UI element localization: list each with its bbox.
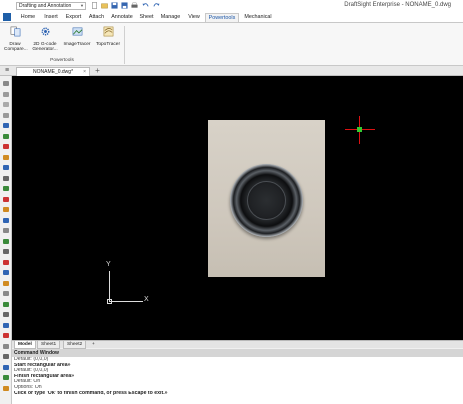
tool-icon[interactable]	[3, 301, 9, 307]
tab-sheet[interactable]: Sheet	[136, 13, 157, 22]
imagetracer-button[interactable]: ImageTracer	[62, 26, 92, 47]
tool-icon[interactable]	[3, 291, 9, 296]
drawing-canvas[interactable]: Y X	[12, 76, 463, 340]
document-tab-label: NONAME_0.dwg*	[33, 69, 74, 75]
tool-icon[interactable]	[3, 343, 9, 349]
chevron-down-icon: ▼	[80, 3, 84, 8]
undo-icon[interactable]	[142, 2, 149, 9]
bowl-photo-rim	[230, 164, 303, 237]
tool-icon[interactable]	[3, 270, 9, 275]
gcode-generator-button[interactable]: 2D G-code Generator...	[31, 26, 59, 53]
topotracer-label: TopoTracer	[95, 41, 121, 47]
tab-annotate[interactable]: Annotate	[108, 13, 136, 22]
tool-icon[interactable]	[3, 91, 9, 97]
imagetracer-label: ImageTracer	[63, 41, 91, 47]
gear-icon	[41, 27, 49, 36]
ribbon-group-label: Powertools	[50, 58, 74, 63]
document-tab[interactable]: NONAME_0.dwg* ×	[16, 67, 90, 76]
tab-manage[interactable]: Manage	[157, 13, 184, 22]
add-document-button[interactable]: +	[93, 67, 102, 75]
tool-icon[interactable]	[3, 228, 9, 233]
save-as-icon[interactable]	[121, 2, 128, 9]
tab-mechanical[interactable]: Mechanical	[240, 13, 276, 22]
topotracer-button[interactable]: TopoTracer	[94, 26, 122, 47]
new-file-icon[interactable]	[91, 2, 98, 9]
ucs-y-label: Y	[106, 261, 111, 268]
tab-powertools[interactable]: Powertools	[205, 13, 239, 22]
tab-sheet1[interactable]: Sheet1	[37, 341, 61, 349]
draw-compare-button[interactable]: Draw Compare...	[4, 26, 28, 53]
image-tracer-icon	[72, 27, 82, 36]
workspace-label: Drafting and Annotation	[19, 3, 72, 9]
tab-sheet2[interactable]: Sheet2	[63, 341, 87, 349]
bowl-photo-center	[247, 181, 286, 220]
ribbon-group-divider	[124, 26, 125, 64]
add-layout-button[interactable]: +	[89, 341, 98, 349]
command-window[interactable]: Default: (0,0,0) Start rectangular area» D…	[12, 357, 463, 404]
tool-icon[interactable]	[3, 217, 9, 223]
document-menu-icon[interactable]: ≡	[3, 67, 11, 75]
tool-icon[interactable]	[3, 207, 9, 212]
tool-icon[interactable]	[3, 165, 9, 170]
tab-model[interactable]: Model	[14, 341, 36, 349]
tool-icon[interactable]	[3, 133, 9, 139]
title-bar: Drafting and Annotation ▼ DraftSight Ent…	[0, 0, 463, 12]
save-icon[interactable]	[111, 2, 118, 9]
tool-icon[interactable]	[3, 175, 9, 181]
topo-tracer-icon	[103, 26, 113, 37]
close-icon[interactable]: ×	[83, 68, 86, 76]
app-title: DraftSight Enterprise - NONAME_0.dwg	[344, 2, 451, 8]
command-window-title: Command Window	[12, 349, 463, 357]
draw-compare-icon	[10, 26, 20, 37]
tool-icon[interactable]	[3, 123, 9, 128]
tool-icon[interactable]	[3, 112, 9, 118]
tab-export[interactable]: Export	[62, 13, 85, 22]
tool-icon[interactable]	[3, 186, 9, 191]
tool-icon[interactable]	[3, 259, 9, 265]
crosshair-cursor	[357, 127, 362, 132]
command-line: Click or type 'Ok' to finish command, or…	[14, 390, 168, 396]
layout-tab-bar: Model Sheet1 Sheet2 +	[12, 340, 463, 349]
gcode-label-2: Generator...	[32, 47, 58, 52]
tool-icon[interactable]	[3, 154, 9, 160]
ribbon-panel: Draw Compare... 2D G-code Generator... I…	[0, 22, 463, 66]
tab-home[interactable]: Home	[16, 13, 40, 22]
tool-icon[interactable]	[3, 364, 9, 370]
open-folder-icon[interactable]	[101, 2, 108, 9]
tool-icon[interactable]	[3, 322, 9, 328]
attached-image[interactable]	[208, 120, 325, 277]
tool-icon[interactable]	[3, 354, 9, 359]
tool-icon[interactable]	[3, 312, 9, 317]
workspace-dropdown[interactable]: Drafting and Annotation ▼	[16, 2, 86, 10]
redo-icon[interactable]	[153, 2, 160, 9]
ucs-y-axis	[109, 271, 110, 302]
tool-icon[interactable]	[3, 375, 9, 380]
tool-icon[interactable]	[3, 144, 9, 149]
tool-icon[interactable]	[3, 196, 9, 202]
tool-icon[interactable]	[3, 280, 9, 286]
tool-icon[interactable]	[3, 102, 9, 107]
document-tab-bar: ≡ NONAME_0.dwg* × +	[0, 66, 463, 76]
tool-icon[interactable]	[3, 81, 9, 86]
tool-icon[interactable]	[3, 249, 9, 254]
app-menu-button[interactable]	[3, 13, 11, 21]
tab-view[interactable]: View	[184, 13, 204, 22]
ucs-x-label: X	[144, 296, 149, 303]
left-toolbar	[0, 76, 12, 404]
ucs-origin-icon	[107, 299, 112, 304]
print-icon[interactable]	[131, 2, 138, 9]
draw-compare-label-2: Compare...	[4, 47, 28, 52]
ucs-x-axis	[109, 301, 143, 302]
tab-attach[interactable]: Attach	[85, 13, 108, 22]
tool-icon[interactable]	[3, 385, 9, 391]
tool-icon[interactable]	[3, 238, 9, 244]
ribbon-tab-bar: Home Insert Export Attach Annotate Sheet…	[0, 12, 463, 22]
tool-icon[interactable]	[3, 333, 9, 338]
tab-insert[interactable]: Insert	[40, 13, 62, 22]
